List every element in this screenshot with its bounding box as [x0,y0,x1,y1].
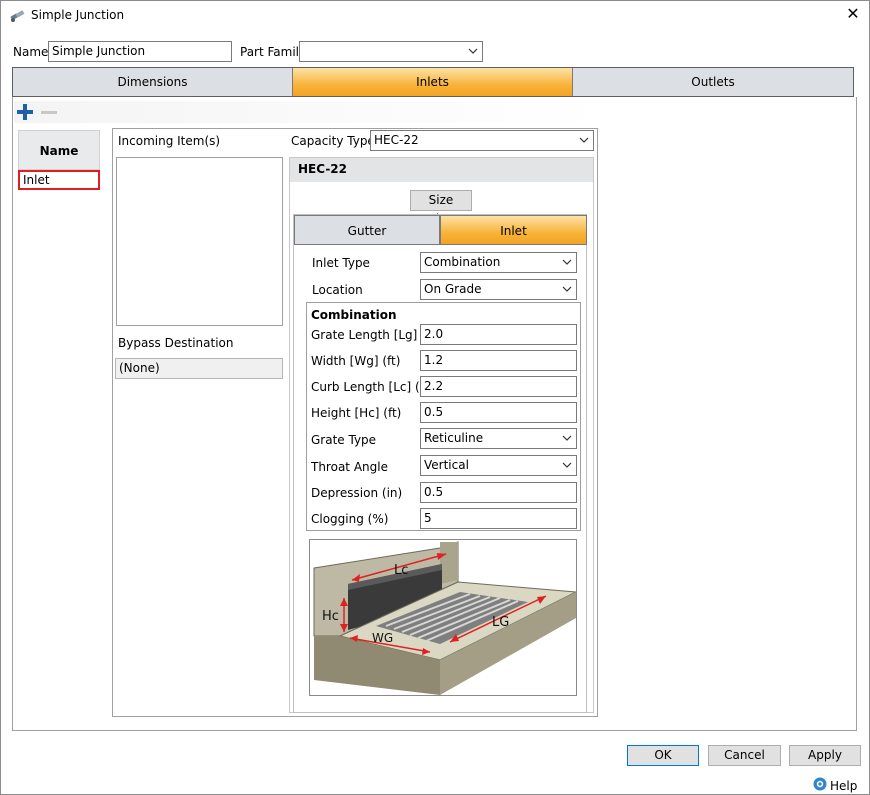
grate-type-value: Reticuline [424,431,484,445]
location-label: Location [312,283,363,297]
diagram-label-lg: LG [492,615,509,630]
inlet-diagram: Lc Hc WG LG [309,539,578,696]
inlet-toolbar [14,101,604,123]
name-label: Name [13,45,49,59]
location-select[interactable]: On Grade [420,279,577,300]
width-input[interactable]: 1.2 [420,350,577,371]
help-icon[interactable] [813,777,827,791]
capacity-type-label: Capacity Type [291,134,375,148]
height-label: Height [Hc] (ft) [311,406,402,420]
combination-inlet-illustration: Lc Hc WG LG [313,541,578,695]
add-icon[interactable] [16,103,34,121]
inlet-type-value: Combination [424,255,501,269]
tab-dimensions-label: Dimensions [117,75,188,89]
clogging-label: Clogging (%) [311,512,389,526]
remove-icon[interactable] [40,103,58,121]
bypass-destination-label: Bypass Destination [118,336,234,350]
grate-type-label: Grate Type [311,433,377,447]
depression-input[interactable]: 0.5 [420,482,577,503]
help-link[interactable]: Help [830,779,857,793]
incoming-items-label: Incoming Item(s) [118,134,221,148]
apply-button[interactable]: Apply [789,745,861,766]
chevron-down-icon [562,286,572,292]
size-inlets-button[interactable]: Size Inlets [410,190,472,226]
combination-group-title: Combination [311,308,397,322]
tab-dimensions[interactable]: Dimensions [13,68,293,96]
inlet-list-item[interactable]: Inlet [18,170,100,190]
cancel-button[interactable]: Cancel [708,745,781,766]
title-bar: Simple Junction ✕ [1,1,869,31]
throat-angle-value: Vertical [424,458,469,472]
tab-inlet-label: Inlet [500,224,527,238]
chevron-down-icon [562,259,572,265]
chevron-down-icon [579,137,589,143]
capacity-type-value: HEC-22 [374,133,419,147]
inlet-list-header: Name [18,130,100,170]
tab-inlets-label: Inlets [416,75,449,89]
chevron-down-icon [562,462,572,468]
height-input[interactable]: 0.5 [420,402,577,423]
capacity-type-select[interactable]: HEC-22 [370,130,594,151]
hec22-section-title: HEC-22 [290,158,593,182]
part-family-label: Part Family [240,45,307,59]
location-value: On Grade [424,282,482,296]
tab-inlets[interactable]: Inlets [293,68,573,96]
width-label: Width [Wg] (ft) [311,354,401,368]
tab-gutter-label: Gutter [347,224,387,238]
inlet-type-label: Inlet Type [312,256,370,270]
diagram-label-lc: Lc [394,563,408,578]
incoming-items-list[interactable] [116,157,283,326]
tab-outlets[interactable]: Outlets [573,68,853,96]
diagram-label-wg: WG [372,631,393,645]
throat-angle-select[interactable]: Vertical [420,455,577,476]
dialog-window: Simple Junction ✕ Name Simple Junction P… [0,0,870,795]
chevron-down-icon [562,435,572,441]
inlet-type-select[interactable]: Combination [420,252,577,273]
curb-length-label: Curb Length [Lc] (ft) [311,380,434,394]
part-family-select[interactable] [299,41,483,62]
main-tab-bar: Dimensions Inlets Outlets [12,67,854,97]
tab-gutter[interactable]: Gutter [294,215,440,245]
curb-length-input[interactable]: 2.2 [420,376,577,397]
throat-angle-label: Throat Angle [311,460,388,474]
clogging-input[interactable]: 5 [420,508,577,529]
diagram-label-hc: Hc [322,609,339,624]
junction-app-icon [10,10,25,22]
ok-button[interactable]: OK [627,745,699,766]
bypass-destination-select[interactable]: (None) [115,358,283,379]
close-icon[interactable]: ✕ [845,5,861,23]
tab-outlets-label: Outlets [691,75,735,89]
grate-type-select[interactable]: Reticuline [420,428,577,449]
depression-label: Depression (in) [311,486,403,500]
name-input[interactable]: Simple Junction [48,41,232,62]
grate-length-input[interactable]: 2.0 [420,324,577,345]
chevron-down-icon [468,48,478,54]
tab-inlet[interactable]: Inlet [440,215,587,245]
window-title: Simple Junction [31,8,125,22]
